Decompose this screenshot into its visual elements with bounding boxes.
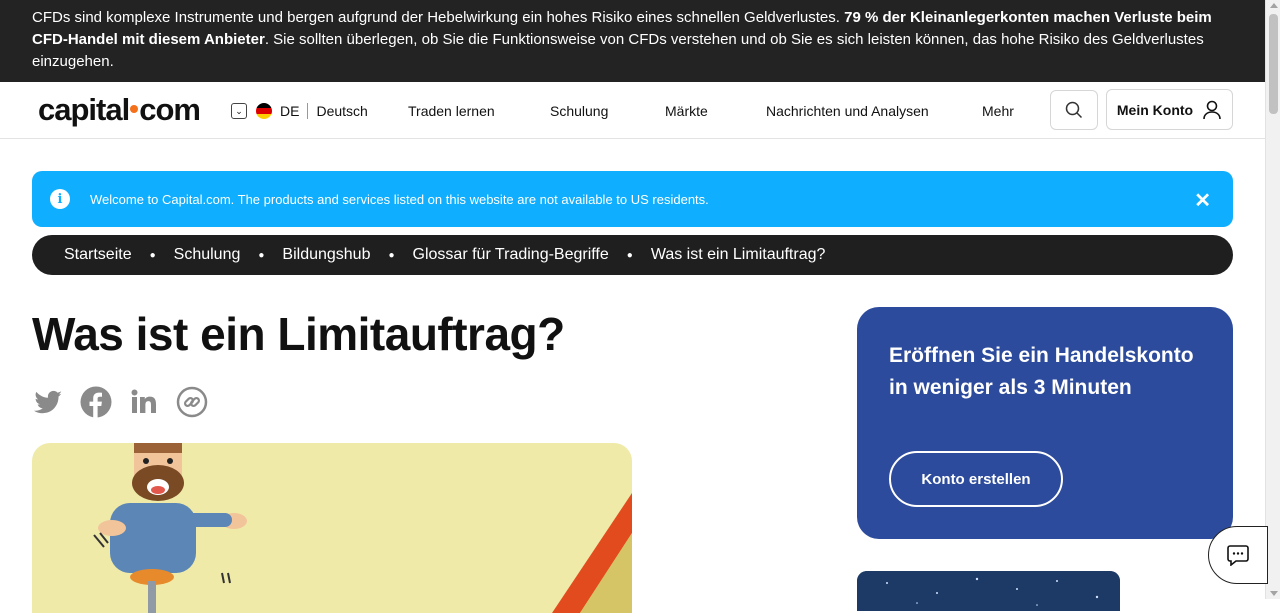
page-scrollbar[interactable] bbox=[1265, 0, 1280, 599]
nav-maerkte[interactable]: Märkte bbox=[665, 103, 708, 119]
breadcrumb-startseite[interactable]: Startseite bbox=[64, 246, 132, 264]
article-hero-illustration bbox=[32, 443, 632, 613]
close-icon[interactable]: ✕ bbox=[1194, 188, 1211, 213]
copy-link-icon[interactable] bbox=[176, 386, 208, 418]
scroll-down-icon[interactable] bbox=[1270, 591, 1278, 596]
scroll-up-icon[interactable] bbox=[1270, 3, 1278, 8]
logo-text-left: capital bbox=[38, 92, 130, 127]
chevron-down-icon: ⌄ bbox=[231, 103, 247, 119]
search-button[interactable] bbox=[1050, 90, 1098, 130]
cta-title: Eröffnen Sie ein Handelskonto in weniger… bbox=[889, 344, 1194, 399]
my-account-label: Mein Konto bbox=[1116, 101, 1194, 118]
germany-flag-icon bbox=[256, 103, 272, 119]
create-account-button[interactable]: Konto erstellen bbox=[889, 451, 1063, 507]
linkedin-icon[interactable] bbox=[128, 386, 160, 418]
open-account-card: Eröffnen Sie ein Handelskonto in weniger… bbox=[857, 307, 1233, 539]
breadcrumb-glossar[interactable]: Glossar für Trading-Begriffe bbox=[413, 246, 609, 264]
breadcrumb-separator: ● bbox=[388, 249, 395, 261]
logo-dot bbox=[130, 104, 139, 113]
risk-warning-bar: CFDs sind komplexe Instrumente und berge… bbox=[0, 0, 1265, 82]
risk-warning-text: CFDs sind komplexe Instrumente und berge… bbox=[32, 9, 840, 26]
promo-card-image bbox=[857, 571, 1120, 611]
breadcrumb-bildungshub[interactable]: Bildungshub bbox=[282, 246, 370, 264]
breadcrumb-separator: ● bbox=[626, 249, 633, 261]
breadcrumb-separator: ● bbox=[149, 249, 156, 261]
language-name: Deutsch bbox=[316, 103, 368, 119]
twitter-icon[interactable] bbox=[32, 386, 64, 418]
language-selector[interactable]: ⌄ DE Deutsch bbox=[231, 102, 368, 120]
page-title: Was ist ein Limitauftrag? bbox=[32, 308, 565, 360]
starfield-image bbox=[857, 571, 1120, 611]
search-icon bbox=[1065, 101, 1083, 119]
banner-text: Welcome to Capital.com. The products and… bbox=[90, 191, 709, 207]
trader-cartoon-image bbox=[93, 443, 632, 613]
breadcrumb: Startseite ● Schulung ● Bildungshub ● Gl… bbox=[32, 235, 1233, 275]
my-account-button[interactable]: Mein Konto bbox=[1106, 89, 1233, 130]
nav-traden-lernen[interactable]: Traden lernen bbox=[408, 103, 495, 119]
chat-button[interactable] bbox=[1208, 526, 1268, 584]
info-icon: i bbox=[50, 189, 70, 209]
nav-schulung[interactable]: Schulung bbox=[550, 103, 608, 119]
chat-bubble-icon bbox=[1227, 545, 1249, 566]
scrollbar-thumb[interactable] bbox=[1269, 14, 1278, 114]
breadcrumb-current-page: Was ist ein Limitauftrag? bbox=[650, 246, 826, 263]
us-residents-banner: i Welcome to Capital.com. The products a… bbox=[32, 171, 1233, 227]
breadcrumb-schulung[interactable]: Schulung bbox=[174, 246, 241, 264]
user-icon bbox=[1203, 100, 1221, 119]
language-code: DE bbox=[280, 103, 300, 119]
capital-com-logo[interactable]: capital com bbox=[38, 92, 201, 128]
nav-nachrichten-und-analysen[interactable]: Nachrichten und Analysen bbox=[766, 103, 929, 119]
facebook-icon[interactable] bbox=[80, 386, 112, 418]
nav-mehr[interactable]: Mehr bbox=[982, 103, 1014, 119]
breadcrumb-separator: ● bbox=[258, 249, 265, 261]
language-divider bbox=[307, 103, 309, 119]
site-header: capital com ⌄ DE Deutsch Traden lernen Sc… bbox=[0, 82, 1265, 139]
logo-text-right: com bbox=[139, 92, 201, 127]
